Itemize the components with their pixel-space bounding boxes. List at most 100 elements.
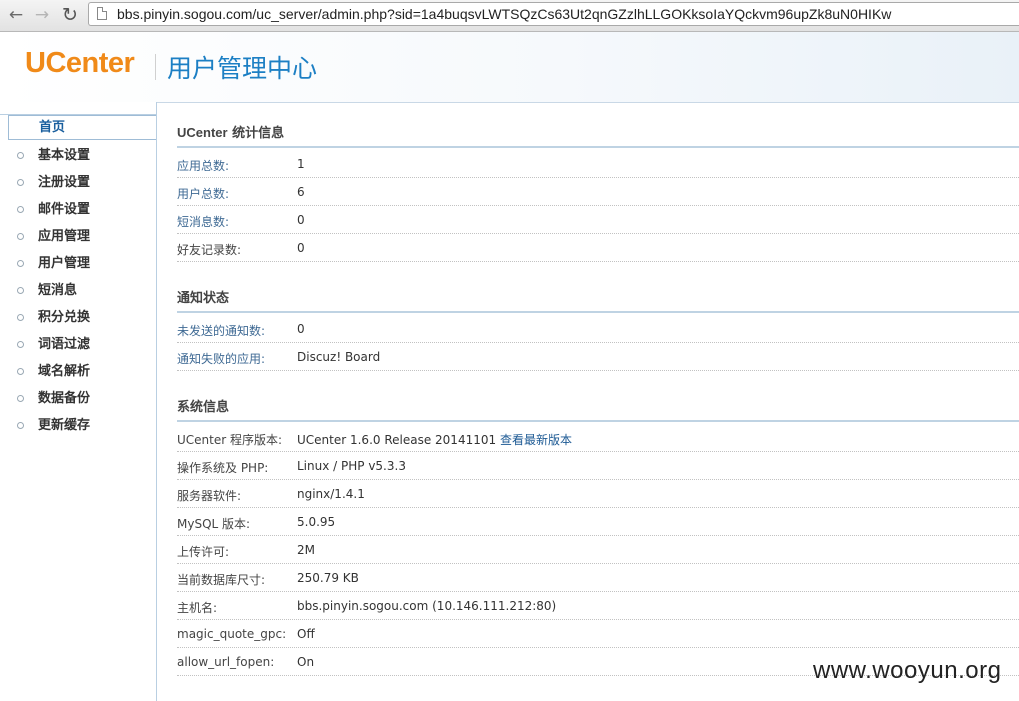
sidebar-item-label: 邮件设置 [38, 202, 91, 217]
row-value: bbs.pinyin.sogou.com (10.146.111.212:80) [297, 599, 557, 613]
row-value: 0 [297, 213, 305, 227]
sidebar-item-label: 首页 [39, 120, 66, 135]
arrow-left-icon[interactable]: ← [4, 3, 28, 27]
app-header: UCenter 用户管理中心 [0, 32, 1019, 103]
table-row: 服务器软件: nginx/1.4.1 [177, 479, 1019, 508]
sidebar-menu: 首页 基本设置 注册设置 邮件设置 应用管理 用户管理 短消息 积分兑换 词语过… [0, 115, 156, 439]
table-row: 通知失败的应用: Discuz! Board [177, 342, 1019, 371]
circle-bullet-icon [17, 287, 24, 294]
row-value: UCenter 1.6.0 Release 20141101 查看最新版本 [297, 431, 572, 448]
row-value: 0 [297, 322, 305, 336]
sidebar: 首页 基本设置 注册设置 邮件设置 应用管理 用户管理 短消息 积分兑换 词语过… [0, 102, 157, 701]
row-value: 1 [297, 157, 305, 171]
sidebar-item-label: 注册设置 [38, 175, 91, 190]
row-value: 250.79 KB [297, 571, 359, 585]
row-value: 2M [297, 543, 315, 557]
stats-section-title: UCenter 统计信息 [177, 122, 1019, 148]
row-value: Off [297, 627, 315, 641]
row-label: 当前数据库尺寸: [177, 573, 266, 587]
row-label: 主机名: [177, 601, 218, 615]
sidebar-divider [0, 102, 156, 115]
browser-toolbar: ← → ↻ bbs.pinyin.sogou.com/uc_server/adm… [0, 0, 1019, 32]
circle-bullet-icon [17, 260, 24, 267]
table-row: magic_quote_gpc: Off [177, 619, 1019, 648]
table-row: 用户总数: 6 [177, 177, 1019, 206]
circle-bullet-icon [17, 206, 24, 213]
circle-bullet-icon [17, 179, 24, 186]
row-label[interactable]: 应用总数: [177, 157, 229, 174]
address-bar[interactable]: bbs.pinyin.sogou.com/uc_server/admin.php… [88, 2, 1019, 26]
table-row: 好友记录数: 0 [177, 233, 1019, 262]
reload-icon[interactable]: ↻ [58, 3, 82, 27]
page-icon [97, 7, 107, 20]
row-value: 6 [297, 185, 305, 199]
row-value: Discuz! Board [297, 350, 381, 364]
sidebar-item-label: 应用管理 [38, 229, 91, 244]
circle-bullet-icon [17, 341, 24, 348]
table-row: 当前数据库尺寸: 250.79 KB [177, 563, 1019, 592]
row-label: 操作系统及 PHP: [177, 461, 269, 475]
table-row: 主机名: bbs.pinyin.sogou.com (10.146.111.212… [177, 591, 1019, 620]
sidebar-item-label: 数据备份 [38, 391, 91, 406]
sidebar-item-mail-settings[interactable]: 邮件设置 [0, 196, 156, 223]
row-label: UCenter 程序版本: [177, 433, 283, 447]
arrow-right-icon[interactable]: → [30, 3, 54, 27]
check-latest-version-link[interactable]: 查看最新版本 [500, 433, 572, 447]
sidebar-item-domain-resolve[interactable]: 域名解析 [0, 358, 156, 385]
row-value: 5.0.95 [297, 515, 336, 529]
table-row: UCenter 程序版本: UCenter 1.6.0 Release 20141… [177, 423, 1019, 452]
sidebar-item-register-settings[interactable]: 注册设置 [0, 169, 156, 196]
row-label: MySQL 版本: [177, 517, 251, 531]
circle-bullet-icon [17, 314, 24, 321]
row-label: 服务器软件: [177, 489, 242, 503]
circle-bullet-icon [17, 422, 24, 429]
ucenter-logo[interactable]: UCenter [25, 47, 135, 80]
row-label: 好友记录数: [177, 243, 242, 257]
row-label[interactable]: 用户总数: [177, 185, 229, 202]
url-text[interactable]: bbs.pinyin.sogou.com/uc_server/admin.php… [117, 6, 891, 23]
circle-bullet-icon [17, 152, 24, 159]
row-label[interactable]: 短消息数: [177, 213, 229, 230]
circle-bullet-icon [17, 233, 24, 240]
table-row: 应用总数: 1 [177, 149, 1019, 178]
table-row: 上传许可: 2M [177, 535, 1019, 564]
sidebar-item-home[interactable]: 首页 [8, 115, 156, 140]
sidebar-item-messages[interactable]: 短消息 [0, 277, 156, 304]
sidebar-item-data-backup[interactable]: 数据备份 [0, 385, 156, 412]
sidebar-item-update-cache[interactable]: 更新缓存 [0, 412, 156, 439]
sidebar-item-word-filter[interactable]: 词语过滤 [0, 331, 156, 358]
sidebar-item-basic-settings[interactable]: 基本设置 [0, 142, 156, 169]
sidebar-item-label: 域名解析 [38, 364, 91, 379]
row-value: nginx/1.4.1 [297, 487, 365, 501]
sidebar-item-label: 基本设置 [38, 148, 91, 163]
stats-title-latin: UCenter [177, 125, 228, 140]
sidebar-item-credit-exchange[interactable]: 积分兑换 [0, 304, 156, 331]
app-title: 用户管理中心 [167, 54, 318, 83]
sidebar-item-label: 用户管理 [38, 256, 91, 271]
sidebar-item-user-management[interactable]: 用户管理 [0, 250, 156, 277]
circle-bullet-icon [17, 368, 24, 375]
sidebar-item-app-management[interactable]: 应用管理 [0, 223, 156, 250]
row-label: 上传许可: [177, 545, 230, 559]
system-section-title: 系统信息 [177, 396, 1019, 422]
row-value: On [297, 655, 315, 669]
row-value: Linux / PHP v5.3.3 [297, 459, 406, 473]
sidebar-item-label: 短消息 [38, 283, 78, 298]
header-divider [155, 54, 156, 80]
table-row: 操作系统及 PHP: Linux / PHP v5.3.3 [177, 451, 1019, 480]
notify-section-title: 通知状态 [177, 287, 1019, 313]
sidebar-item-label: 积分兑换 [38, 310, 91, 325]
row-label[interactable]: 未发送的通知数: [177, 322, 265, 339]
table-row: 未发送的通知数: 0 [177, 314, 1019, 343]
circle-bullet-icon [17, 395, 24, 402]
row-value: 0 [297, 241, 305, 255]
sidebar-item-label: 更新缓存 [38, 418, 91, 433]
table-row: MySQL 版本: 5.0.95 [177, 507, 1019, 536]
watermark: www.wooyun.org [813, 657, 1002, 684]
row-label[interactable]: 通知失败的应用: [177, 350, 265, 367]
row-label: magic_quote_gpc: [177, 627, 287, 641]
sidebar-item-label: 词语过滤 [38, 337, 91, 352]
table-row: 短消息数: 0 [177, 205, 1019, 234]
version-text: UCenter 1.6.0 Release 20141101 [297, 433, 497, 447]
stats-title-cn: 统计信息 [227, 126, 285, 141]
